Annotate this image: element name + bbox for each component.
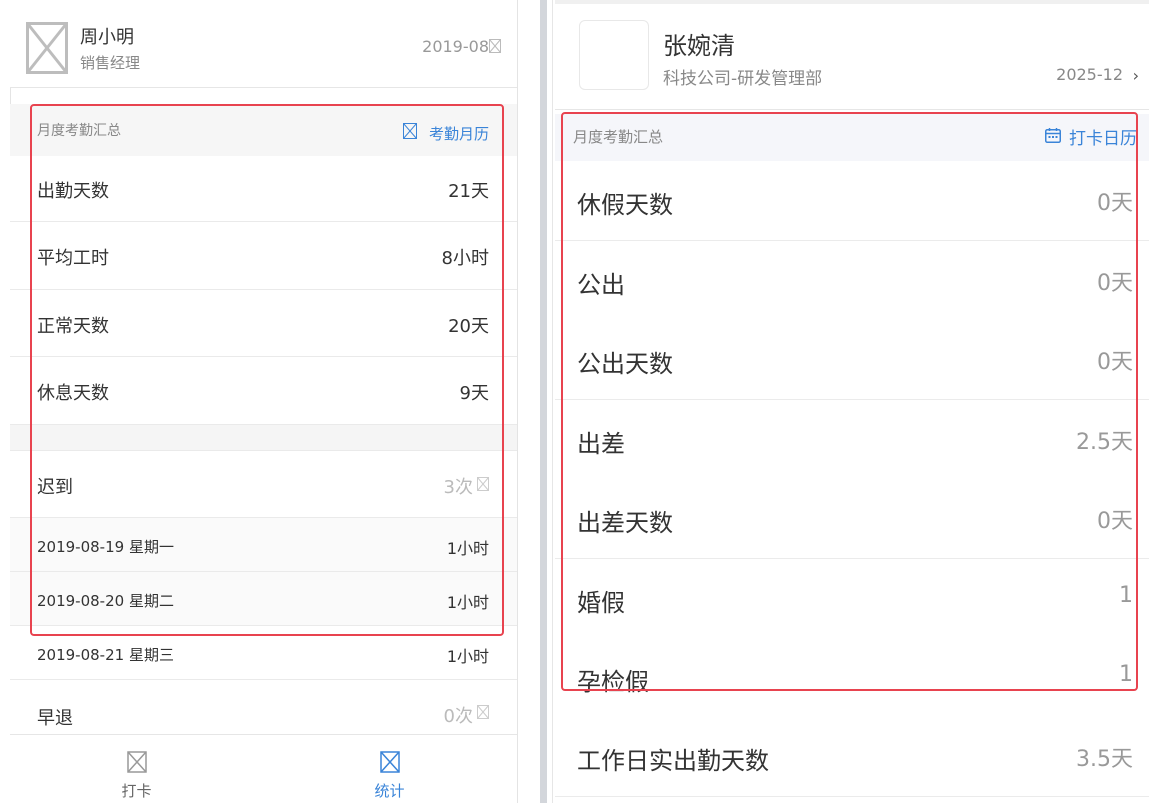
row-value: 0天: [1097, 509, 1133, 534]
user-header: 张婉清 科技公司-研发管理部 2025-12 ›: [555, 0, 1149, 110]
user-name: 周小明: [80, 27, 134, 48]
row-value: 0天: [1097, 271, 1133, 296]
punch-tab-icon: [127, 751, 147, 773]
row-value: 20天: [448, 316, 489, 337]
row-label: 平均工时: [37, 248, 109, 269]
summary-row: 公出天数 0天: [555, 320, 1149, 400]
row-label: 工作日实出勤天数: [577, 747, 769, 775]
bottom-tab-bar: 打卡 统计: [10, 734, 517, 803]
broken-image-icon: [477, 705, 489, 719]
summary-row: 出差天数 0天: [555, 479, 1149, 559]
user-title: 销售经理: [80, 54, 141, 72]
late-detail-row: 2019-08-21 星期三 1小时: [10, 626, 517, 680]
divider-line: [552, 0, 553, 803]
row-value: 2.5天: [1076, 430, 1133, 455]
row-value: 8小时: [441, 248, 489, 269]
punch-calendar-link[interactable]: 打卡日历: [1069, 124, 1137, 149]
tab-punch[interactable]: 打卡: [10, 735, 263, 803]
row-label: 婚假: [577, 589, 625, 617]
section-title: 月度考勤汇总: [37, 123, 121, 139]
row-value: 0天: [1097, 191, 1133, 216]
tab-label: 打卡: [121, 782, 152, 800]
divider-bar: [540, 0, 547, 803]
tab-label: 统计: [374, 782, 405, 800]
summary-row: 婚假 1: [555, 559, 1149, 639]
calendar-icon[interactable]: [1045, 128, 1061, 143]
broken-image-icon: [477, 477, 489, 491]
row-value: 1: [1119, 583, 1133, 608]
row-value: 9天: [459, 383, 489, 404]
summary-section-header: 月度考勤汇总 考勤月历: [10, 104, 517, 156]
month-selector[interactable]: 2019-08: [422, 37, 489, 56]
row-value: 3.5天: [1076, 747, 1133, 772]
late-date: 2019-08-21 星期三: [37, 646, 174, 664]
row-label: 公出天数: [577, 350, 673, 378]
late-detail-row: 2019-08-19 星期一 1小时: [10, 518, 517, 572]
chevron-right-icon[interactable]: ›: [1133, 66, 1139, 85]
statistics-tab-icon: [380, 751, 400, 773]
tab-statistics[interactable]: 统计: [263, 735, 516, 803]
summary-row: 公出 0天: [555, 241, 1149, 321]
late-row[interactable]: 迟到 3次: [10, 451, 517, 518]
late-duration: 1小时: [446, 647, 489, 666]
row-label: 出差: [577, 430, 625, 458]
row-label: 出勤天数: [37, 181, 109, 202]
broken-image-icon[interactable]: [403, 123, 417, 139]
avatar-placeholder-icon: [26, 22, 68, 74]
row-label: 休息天数: [37, 383, 109, 404]
month-selector[interactable]: 2025-12: [1056, 65, 1123, 84]
row-label: 休假天数: [577, 191, 673, 219]
summary-row: 工作日实出勤天数 3.5天: [555, 717, 1149, 797]
section-gap: [10, 425, 517, 451]
late-date: 2019-08-20 星期二: [37, 592, 174, 610]
late-duration: 1小时: [446, 539, 489, 558]
early-leave-row[interactable]: 早退 0次: [10, 680, 517, 736]
summary-row: 出勤天数 21天: [10, 156, 517, 222]
late-detail-row: 2019-08-20 星期二 1小时: [10, 572, 517, 626]
summary-row: 平均工时 8小时: [10, 222, 517, 290]
summary-section-header: 月度考勤汇总 打卡日历: [555, 114, 1149, 161]
summary-row: 孕检假 1: [555, 638, 1149, 718]
late-duration: 1小时: [446, 593, 489, 612]
user-department: 科技公司-研发管理部: [663, 69, 823, 89]
broken-image-icon[interactable]: [489, 39, 501, 53]
right-attendance-panel: 张婉清 科技公司-研发管理部 2025-12 › 月度考勤汇总 打卡日历 休假天…: [555, 0, 1149, 803]
late-value: 3次: [443, 477, 473, 498]
panel-divider: [518, 0, 555, 803]
summary-row: 休假天数 0天: [555, 161, 1149, 241]
early-leave-label: 早退: [37, 708, 73, 729]
user-name: 张婉清: [663, 32, 735, 60]
summary-row: 正常天数 20天: [10, 290, 517, 357]
row-label: 公出: [577, 271, 625, 299]
summary-row: 出差 2.5天: [555, 400, 1149, 480]
row-value: 1: [1119, 662, 1133, 687]
left-attendance-panel: 周小明 销售经理 2019-08 月度考勤汇总 考勤月历 出勤天数 21天 平均…: [0, 0, 518, 803]
summary-row: 休息天数 9天: [10, 357, 517, 425]
early-leave-value: 0次: [443, 706, 473, 727]
row-label: 出差天数: [577, 509, 673, 537]
row-value: 21天: [448, 181, 489, 202]
attendance-calendar-link[interactable]: 考勤月历: [429, 123, 489, 144]
row-value: 0天: [1097, 350, 1133, 375]
avatar: [579, 20, 649, 90]
late-date: 2019-08-19 星期一: [37, 538, 174, 556]
section-title: 月度考勤汇总: [573, 128, 664, 146]
user-header: 周小明 销售经理 2019-08: [10, 0, 517, 88]
late-label: 迟到: [37, 477, 73, 498]
row-label: 孕检假: [577, 668, 649, 696]
row-label: 正常天数: [37, 316, 109, 337]
